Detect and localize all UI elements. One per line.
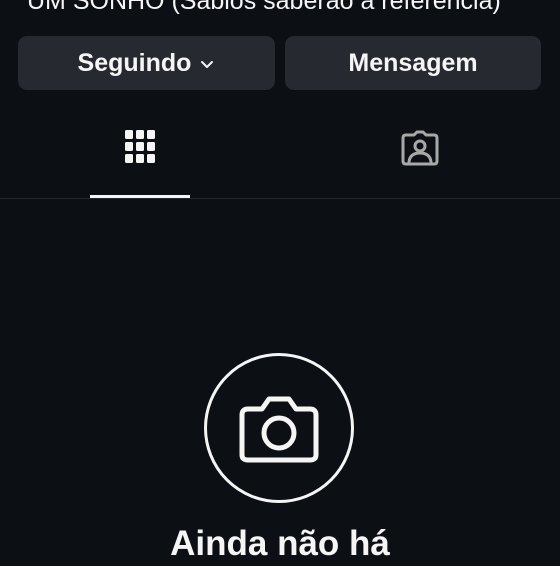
tagged-person-icon	[401, 130, 439, 166]
message-button[interactable]: Mensagem	[285, 36, 541, 90]
empty-state-camera-circle	[204, 353, 354, 503]
following-button[interactable]: Seguindo	[18, 36, 275, 90]
camera-icon	[239, 396, 319, 463]
tabs-divider	[0, 198, 560, 199]
grid-icon	[125, 130, 155, 163]
empty-state-title: Ainda não há	[170, 524, 390, 563]
tab-posts[interactable]	[90, 130, 190, 198]
chevron-down-icon	[201, 61, 214, 68]
following-button-label: Seguindo	[77, 48, 192, 77]
tab-tagged[interactable]	[370, 130, 470, 198]
profile-bio-text: UM SONHO (Sábios saberão a referência)	[27, 0, 501, 15]
message-button-label: Mensagem	[348, 48, 478, 77]
